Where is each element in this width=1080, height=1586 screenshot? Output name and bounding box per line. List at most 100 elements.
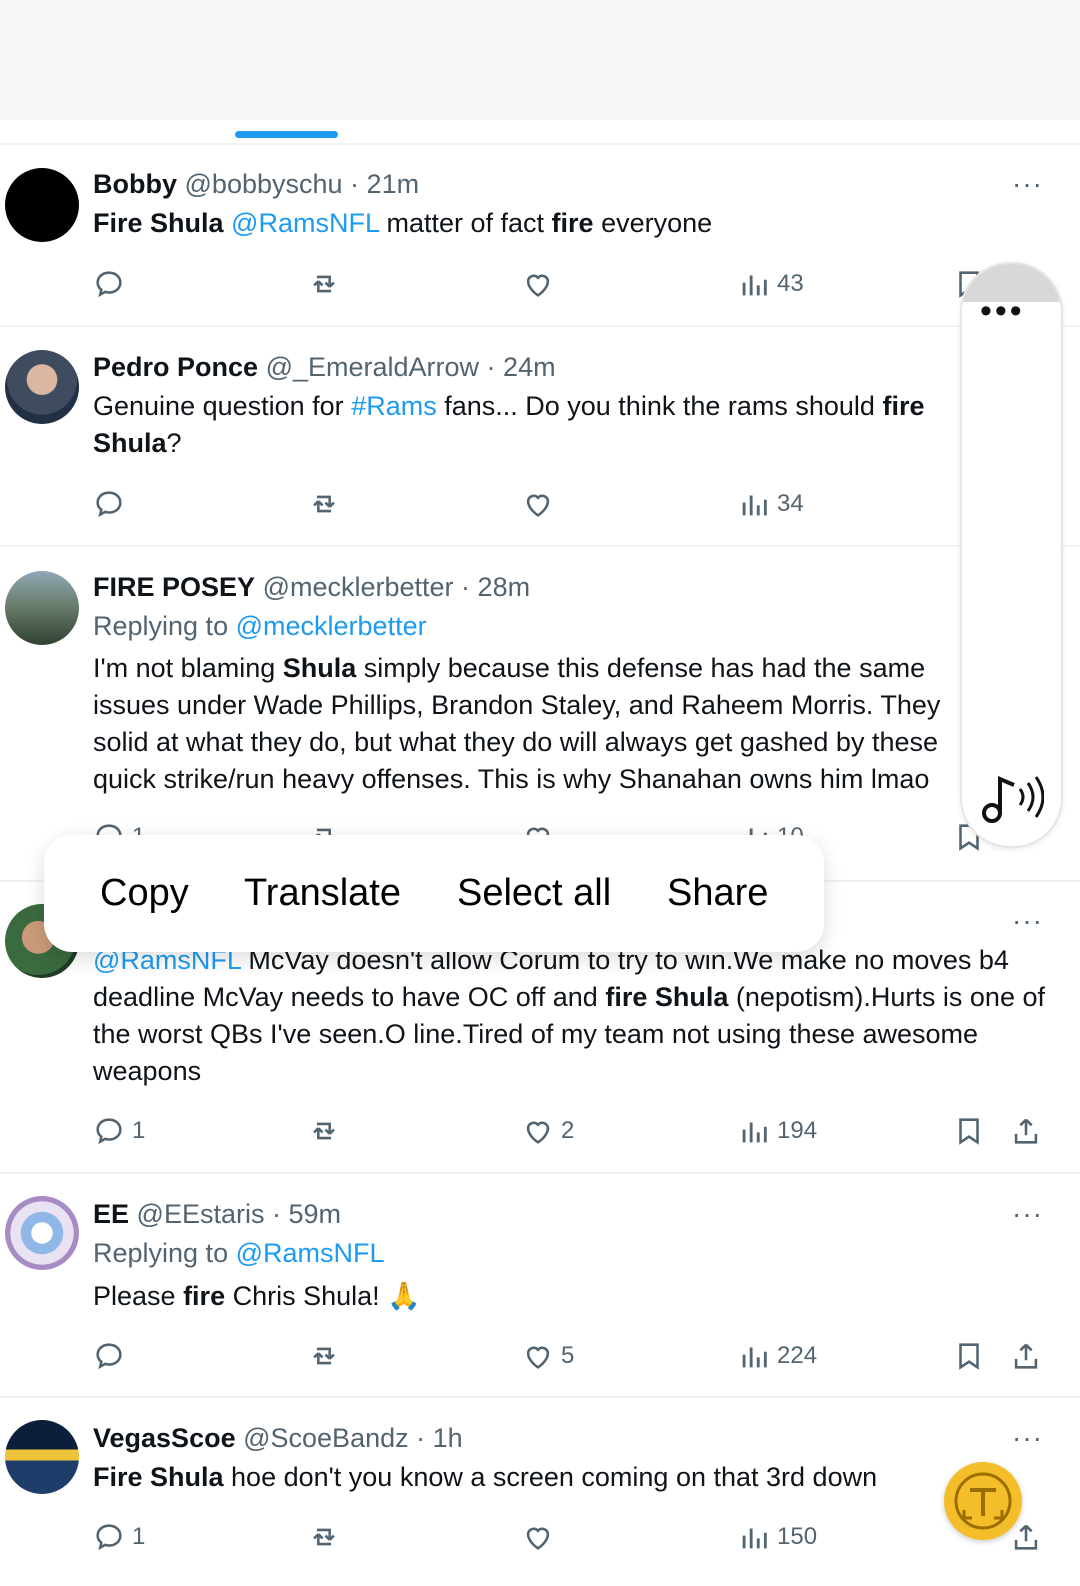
tweet-item[interactable]: VegasScoe @ScoeBandz · 1h ··· Fire Shula… xyxy=(0,1398,1080,1586)
more-options-icon[interactable]: ··· xyxy=(1012,1424,1042,1452)
author-name[interactable]: VegasScoe xyxy=(93,1423,236,1453)
repost-button[interactable] xyxy=(307,1336,341,1376)
repost-button[interactable] xyxy=(307,484,341,524)
bookmark-button[interactable] xyxy=(952,1336,986,1376)
views-chart-icon xyxy=(742,1347,767,1368)
tweet-item[interactable]: EE @EEstaris · 59m ··· Replying to @Rams… xyxy=(0,1174,1080,1398)
separator: · xyxy=(486,352,504,382)
repost-icon xyxy=(313,495,335,513)
more-options-icon[interactable]: ··· xyxy=(1012,907,1042,935)
tweet-header: Bobby @bobbyschu · 21m xyxy=(93,168,419,200)
heart-icon xyxy=(526,1527,550,1550)
text-run: hoe don't you know a screen coming on th… xyxy=(223,1462,878,1492)
text-run: Please xyxy=(93,1281,184,1311)
avatar[interactable] xyxy=(5,350,79,424)
author-name[interactable]: Pedro Ponce xyxy=(93,352,258,382)
text-run: fans... Do you think the rams should xyxy=(436,391,883,421)
copy-button[interactable]: Copy xyxy=(100,871,189,915)
repost-icon xyxy=(313,1122,335,1140)
text-run: matter of fact xyxy=(378,208,552,238)
repost-button[interactable] xyxy=(307,264,341,304)
tweet-actions: 1 150 xyxy=(0,1517,1080,1557)
bold-keyword: Fire Shula xyxy=(93,1462,224,1492)
heart-icon xyxy=(526,1121,550,1144)
replying-to-link[interactable]: @RamsNFL xyxy=(236,1238,385,1268)
reply-button[interactable]: 1 xyxy=(92,1517,145,1557)
views-button[interactable]: 150 xyxy=(737,1517,817,1557)
avatar[interactable] xyxy=(5,1420,79,1494)
tweet-header: Pedro Ponce @_EmeraldArrow · 24m xyxy=(93,351,556,383)
tweet-time[interactable]: 59m xyxy=(289,1199,342,1229)
author-name[interactable]: FIRE POSEY xyxy=(93,572,255,602)
views-button[interactable]: 34 xyxy=(737,484,804,524)
tweet-item[interactable]: FIRE POSEY @mecklerbetter · 28m Replying… xyxy=(0,547,1080,882)
author-handle[interactable]: @mecklerbetter xyxy=(263,572,454,602)
replying-to-link[interactable]: @mecklerbetter xyxy=(236,611,427,641)
active-tab-indicator xyxy=(235,131,338,138)
like-button[interactable]: 5 xyxy=(521,1336,574,1376)
avatar[interactable] xyxy=(5,571,79,645)
author-name[interactable]: EE xyxy=(93,1199,129,1229)
reply-icon xyxy=(96,271,122,298)
views-button[interactable]: 194 xyxy=(737,1111,817,1151)
separator: · xyxy=(272,1199,289,1229)
tweet-item[interactable]: Pedro Ponce @_EmeraldArrow · 24m Genuine… xyxy=(0,327,1080,547)
text-run: everyone xyxy=(593,208,713,238)
share-icon xyxy=(1014,1343,1038,1369)
reply-button[interactable] xyxy=(92,264,126,304)
more-options-icon[interactable]: ··· xyxy=(1012,1200,1042,1228)
audio-speak-icon[interactable] xyxy=(978,769,1044,825)
bold-keyword: fire Shula xyxy=(605,982,729,1012)
tweet-time[interactable]: 21m xyxy=(367,169,420,199)
select-all-button[interactable]: Select all xyxy=(457,871,611,915)
reply-icon xyxy=(96,491,122,518)
share-button[interactable] xyxy=(1009,1336,1043,1376)
mention-link[interactable]: #Rams xyxy=(351,391,437,421)
tweet-item[interactable]: Bobby @bobbyschu · 21m ··· Fire Shula @R… xyxy=(0,145,1080,327)
more-options-icon[interactable]: ··· xyxy=(1012,170,1042,198)
like-button[interactable] xyxy=(521,1517,555,1557)
author-handle[interactable]: @bobbyschu xyxy=(185,169,343,199)
reply-count: 1 xyxy=(132,1117,146,1144)
avatar[interactable] xyxy=(5,1196,79,1270)
reply-button[interactable] xyxy=(92,1336,126,1376)
repost-button[interactable] xyxy=(307,1517,341,1557)
author-handle[interactable]: @_EmeraldArrow xyxy=(266,352,479,382)
translate-button[interactable]: Translate xyxy=(244,871,401,915)
views-count: 43 xyxy=(777,270,804,297)
heart-icon xyxy=(526,1346,550,1369)
repost-button[interactable] xyxy=(307,1111,341,1151)
like-button[interactable]: 2 xyxy=(521,1111,574,1151)
reply-button[interactable]: 1 xyxy=(92,1111,145,1151)
tweet-text: Fire Shula hoe don't you know a screen c… xyxy=(93,1459,973,1496)
floating-side-panel[interactable]: ••• xyxy=(960,262,1063,848)
bold-keyword: fire xyxy=(183,1281,226,1311)
bookmark-icon xyxy=(959,1118,979,1145)
bookmark-button[interactable] xyxy=(952,1111,986,1151)
share-button[interactable]: Share xyxy=(667,871,768,915)
author-handle[interactable]: @EEstaris xyxy=(137,1199,265,1229)
views-button[interactable]: 224 xyxy=(737,1336,817,1376)
author-handle[interactable]: @ScoeBandz xyxy=(243,1423,409,1453)
tweet-time[interactable]: 1h xyxy=(433,1423,463,1453)
replying-to-label: Replying to xyxy=(93,611,229,641)
share-button[interactable] xyxy=(1009,1111,1043,1151)
bold-keyword: fire xyxy=(882,391,925,421)
tweet-time[interactable]: 28m xyxy=(478,572,531,602)
reply-button[interactable] xyxy=(92,484,126,524)
avatar[interactable] xyxy=(5,168,79,242)
views-count: 34 xyxy=(777,490,804,517)
mention-link[interactable]: @RamsNFL xyxy=(231,208,379,238)
like-button[interactable] xyxy=(521,484,555,524)
author-name[interactable]: Bobby xyxy=(93,169,177,199)
more-options-icon[interactable]: ••• xyxy=(980,294,1025,328)
like-button[interactable] xyxy=(521,264,555,304)
bold-keyword: fire xyxy=(551,208,594,238)
reply-icon xyxy=(96,1118,122,1145)
floating-translate-bubble[interactable] xyxy=(944,1462,1022,1540)
share-icon xyxy=(1014,1118,1038,1144)
bookmark-icon xyxy=(959,1343,979,1370)
tweet-time[interactable]: 24m xyxy=(503,352,556,382)
views-button[interactable]: 43 xyxy=(737,264,804,304)
text-recognition-icon xyxy=(954,1472,1012,1530)
